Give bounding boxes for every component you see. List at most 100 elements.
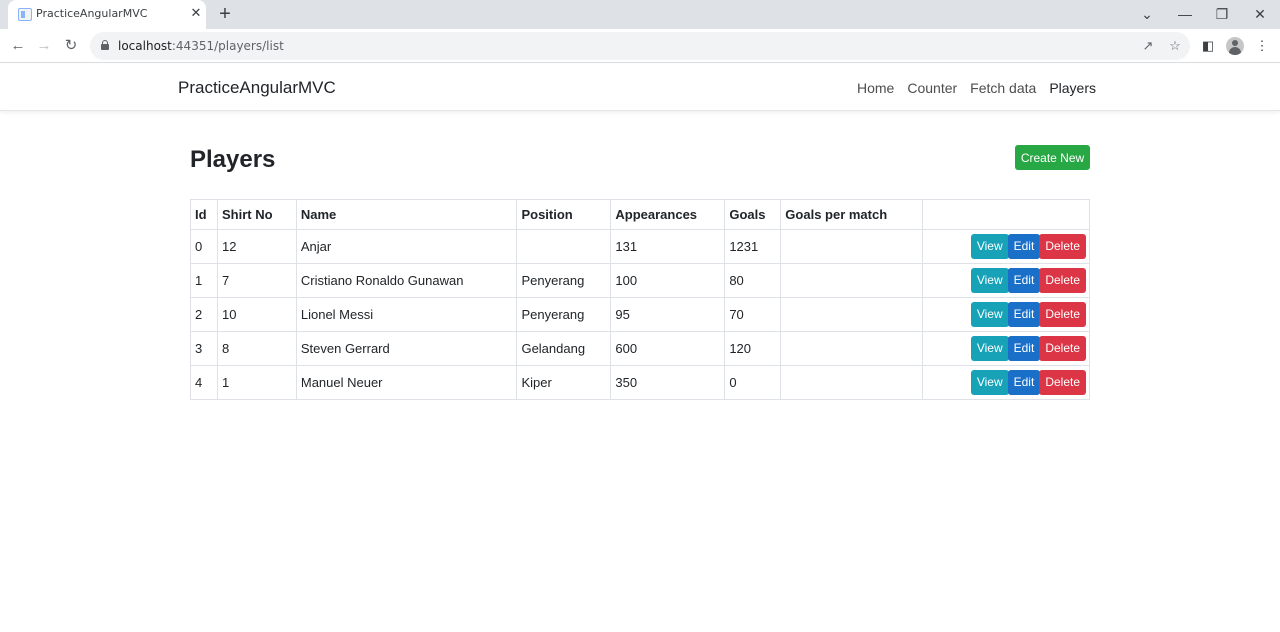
nav-link-counter[interactable]: Counter xyxy=(907,80,957,96)
column-header-appearances: Appearances xyxy=(610,199,726,230)
cell-id: 1 xyxy=(190,263,218,298)
cell-appearances: 95 xyxy=(610,297,726,332)
cell-goals: 80 xyxy=(724,263,782,298)
tab-close-icon[interactable]: ✕ xyxy=(188,5,204,21)
cell-shirt-no: 1 xyxy=(216,365,297,400)
cell-name: Lionel Messi xyxy=(295,297,518,332)
browser-tab[interactable]: PracticeAngularMVC ✕ xyxy=(8,0,206,29)
cell-position: Penyerang xyxy=(516,297,612,332)
cell-id: 2 xyxy=(190,297,218,332)
column-header-id: Id xyxy=(190,199,218,230)
edit-button[interactable]: Edit xyxy=(1007,234,1041,259)
delete-button[interactable]: Delete xyxy=(1039,234,1086,259)
address-bar[interactable]: localhost:44351/players/list ↗ ☆ xyxy=(90,32,1190,60)
menu-kebab-icon[interactable]: ⋮ xyxy=(1251,35,1273,57)
cell-name: Manuel Neuer xyxy=(295,365,518,400)
page-favicon-icon xyxy=(18,8,32,21)
column-header-actions xyxy=(922,199,1090,230)
cell-position: Gelandang xyxy=(516,331,612,366)
window-close-icon[interactable]: ✕ xyxy=(1247,3,1273,25)
new-tab-icon[interactable]: + xyxy=(214,3,236,25)
cell-shirt-no: 8 xyxy=(216,331,297,366)
view-button[interactable]: View xyxy=(970,336,1009,361)
cell-goals-per-match xyxy=(780,263,924,298)
browser-toolbar: ← → ↻ localhost:44351/players/list ↗ ☆ ◧… xyxy=(0,29,1280,63)
cell-actions: View Edit Delete xyxy=(922,229,1090,264)
cell-name: Anjar xyxy=(295,229,518,264)
cell-appearances: 131 xyxy=(610,229,726,264)
cell-actions: View Edit Delete xyxy=(922,331,1090,366)
forward-arrow-icon[interactable]: → xyxy=(33,35,55,57)
share-icon[interactable]: ↗ xyxy=(1138,36,1158,56)
table-row: 4 1 Manuel Neuer Kiper 350 0 View Edit Del… xyxy=(190,365,1090,400)
tab-search-icon[interactable]: ⌄ xyxy=(1134,3,1160,25)
view-button[interactable]: View xyxy=(970,268,1009,293)
lock-icon xyxy=(101,40,109,50)
cell-appearances: 100 xyxy=(610,263,726,298)
cell-goals: 1231 xyxy=(724,229,782,264)
side-panel-icon[interactable]: ◧ xyxy=(1197,35,1219,57)
app-navbar: PracticeAngularMVC Home Counter Fetch da… xyxy=(0,64,1280,111)
cell-position: Penyerang xyxy=(516,263,612,298)
cell-name: Steven Gerrard xyxy=(295,331,518,366)
cell-appearances: 600 xyxy=(610,331,726,366)
cell-appearances: 350 xyxy=(610,365,726,400)
cell-goals: 0 xyxy=(724,365,782,400)
brand-link[interactable]: PracticeAngularMVC xyxy=(178,78,336,98)
edit-button[interactable]: Edit xyxy=(1007,370,1041,395)
cell-goals: 70 xyxy=(724,297,782,332)
cell-goals-per-match xyxy=(780,331,924,366)
tab-title: PracticeAngularMVC xyxy=(36,7,148,20)
cell-goals-per-match xyxy=(780,229,924,264)
cell-position xyxy=(516,229,612,264)
cell-position: Kiper xyxy=(516,365,612,400)
minimize-icon[interactable]: — xyxy=(1172,3,1198,25)
nav-link-players[interactable]: Players xyxy=(1049,80,1096,96)
edit-button[interactable]: Edit xyxy=(1007,268,1041,293)
table-header-row: Id Shirt No Name Position Appearances Go… xyxy=(190,199,1090,230)
cell-goals-per-match xyxy=(780,365,924,400)
column-header-name: Name xyxy=(295,199,518,230)
maximize-icon[interactable]: ❐ xyxy=(1209,3,1235,25)
players-table: Id Shirt No Name Position Appearances Go… xyxy=(190,199,1090,400)
cell-name: Cristiano Ronaldo Gunawan xyxy=(295,263,518,298)
back-arrow-icon[interactable]: ← xyxy=(7,35,29,57)
view-button[interactable]: View xyxy=(970,302,1009,327)
table-row: 1 7 Cristiano Ronaldo Gunawan Penyerang … xyxy=(190,263,1090,298)
edit-button[interactable]: Edit xyxy=(1007,336,1041,361)
edit-button[interactable]: Edit xyxy=(1007,302,1041,327)
reload-icon[interactable]: ↻ xyxy=(60,35,82,57)
page-title: Players xyxy=(190,146,276,173)
view-button[interactable]: View xyxy=(970,234,1009,259)
delete-button[interactable]: Delete xyxy=(1039,336,1086,361)
nav-links: Home Counter Fetch data Players xyxy=(857,80,1096,96)
nav-link-fetch-data[interactable]: Fetch data xyxy=(970,80,1036,96)
cell-shirt-no: 12 xyxy=(216,229,297,264)
profile-avatar-icon[interactable] xyxy=(1226,37,1244,55)
cell-goals-per-match xyxy=(780,297,924,332)
column-header-goals-per-match: Goals per match xyxy=(780,199,924,230)
cell-id: 0 xyxy=(190,229,218,264)
cell-id: 4 xyxy=(190,365,218,400)
create-new-button[interactable]: Create New xyxy=(1015,145,1090,170)
cell-shirt-no: 7 xyxy=(216,263,297,298)
view-button[interactable]: View xyxy=(970,370,1009,395)
cell-goals: 120 xyxy=(724,331,782,366)
bookmark-star-icon[interactable]: ☆ xyxy=(1165,36,1185,56)
table-row: 3 8 Steven Gerrard Gelandang 600 120 Vie… xyxy=(190,331,1090,366)
delete-button[interactable]: Delete xyxy=(1039,302,1086,327)
nav-link-home[interactable]: Home xyxy=(857,80,894,96)
browser-tabstrip: PracticeAngularMVC ✕ + ⌄ — ❐ ✕ xyxy=(0,0,1280,29)
url-text[interactable]: localhost:44351/players/list xyxy=(118,39,284,53)
column-header-shirt-no: Shirt No xyxy=(216,199,297,230)
cell-actions: View Edit Delete xyxy=(922,263,1090,298)
column-header-goals: Goals xyxy=(724,199,782,230)
cell-actions: View Edit Delete xyxy=(922,297,1090,332)
delete-button[interactable]: Delete xyxy=(1039,370,1086,395)
column-header-position: Position xyxy=(516,199,612,230)
delete-button[interactable]: Delete xyxy=(1039,268,1086,293)
cell-shirt-no: 10 xyxy=(216,297,297,332)
table-row: 2 10 Lionel Messi Penyerang 95 70 View Ed… xyxy=(190,297,1090,332)
cell-id: 3 xyxy=(190,331,218,366)
cell-actions: View Edit Delete xyxy=(922,365,1090,400)
